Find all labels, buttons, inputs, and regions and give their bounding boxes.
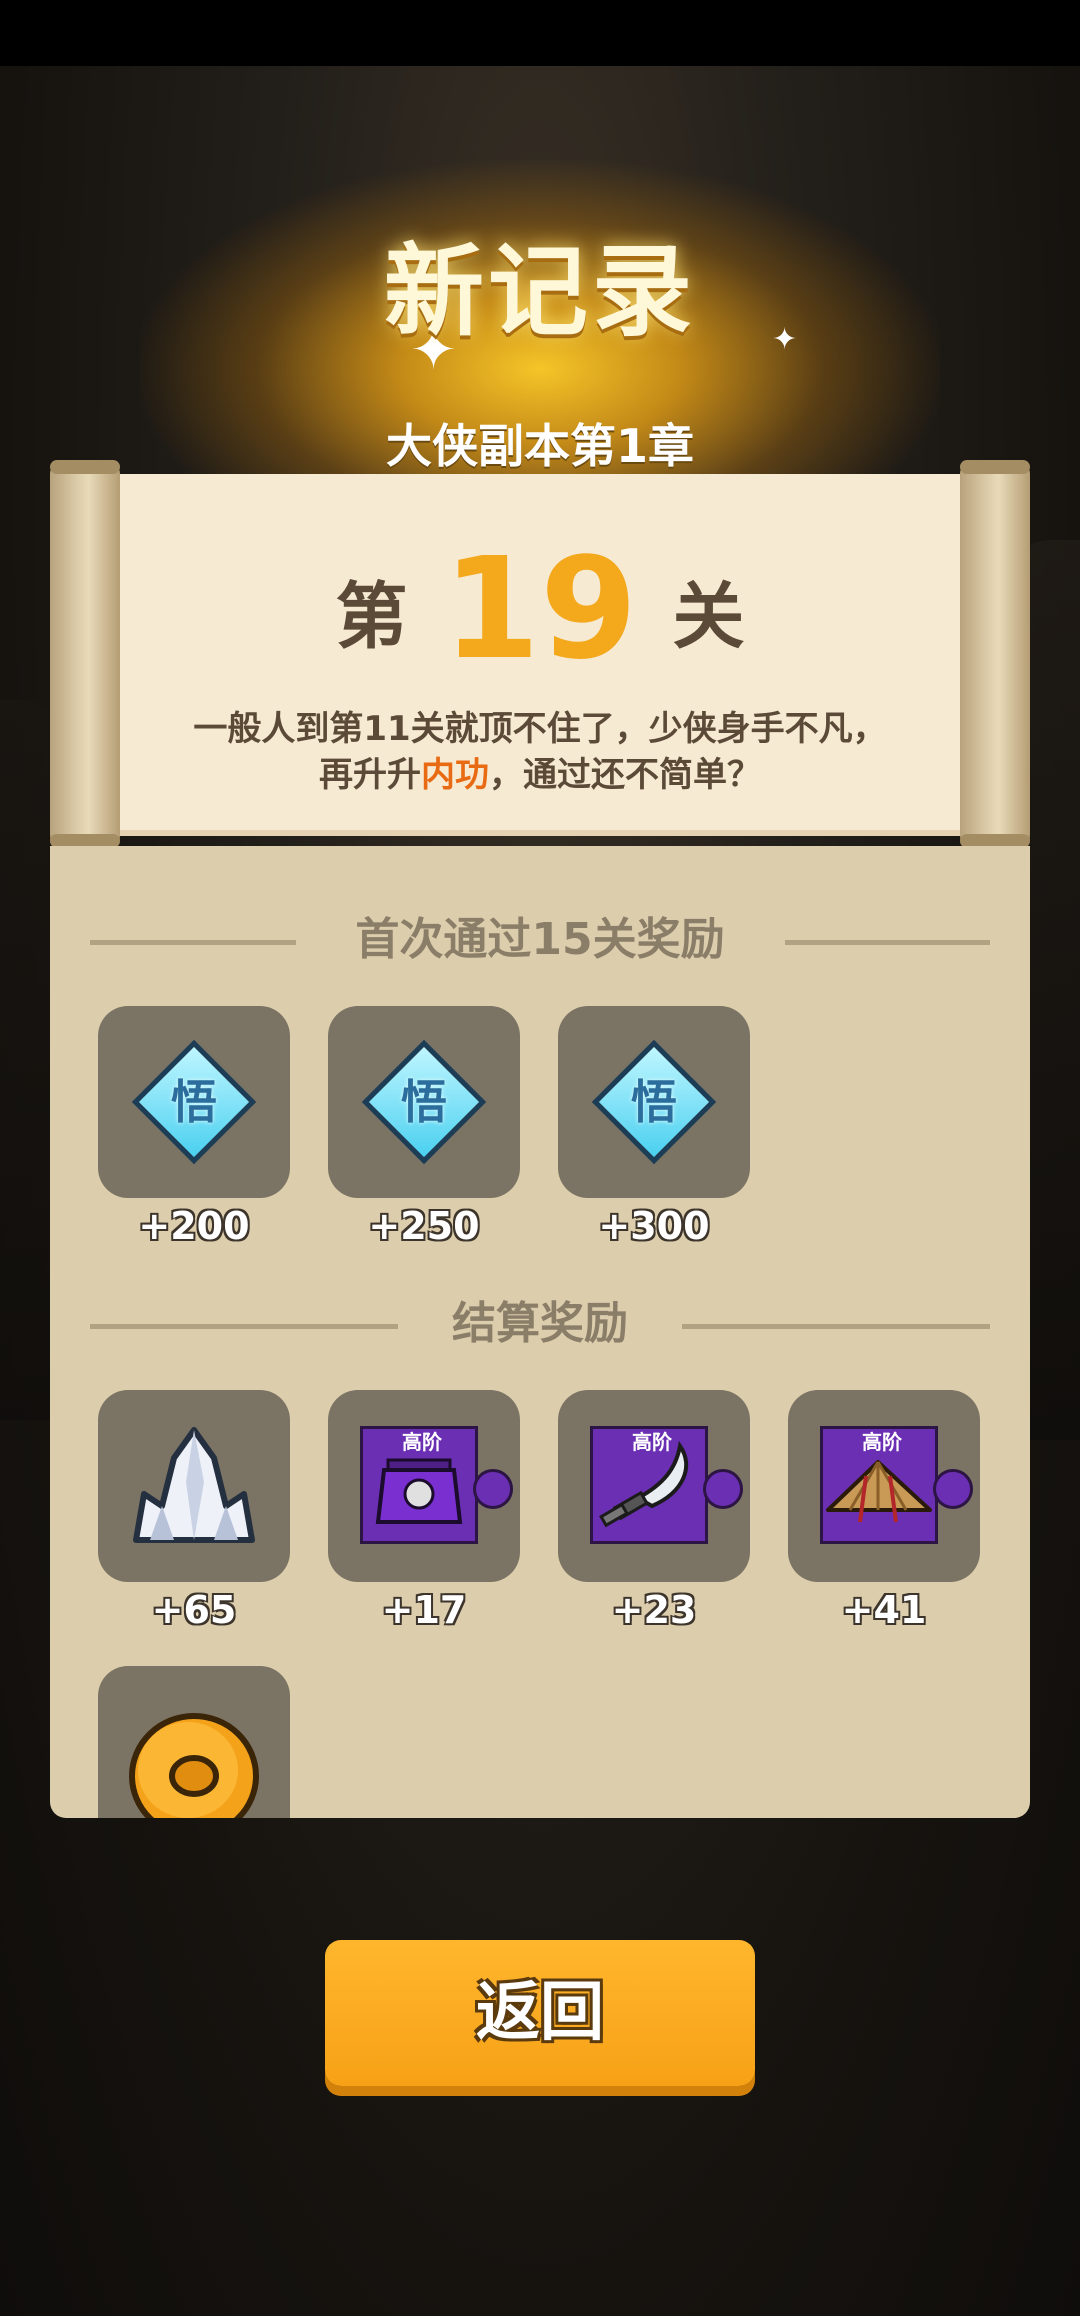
reward-tile: 悟 [558,1006,750,1198]
reward-item[interactable]: 高阶 +23 [558,1390,750,1632]
crystal-icon [133,1427,255,1543]
saber-fragment-icon: 高阶 [590,1426,743,1544]
reward-item[interactable]: 高阶 +41 [788,1390,980,1632]
level-suffix: 关 [672,574,745,659]
reward-tile [98,1390,290,1582]
scroll-roller-right [960,460,1030,848]
reward-tile: 高阶 [788,1390,980,1582]
chapter-title: 大侠副本第1章 [385,419,694,473]
coin-icon [129,1713,259,1818]
back-button[interactable]: 返回 [325,1940,755,2086]
wisdom-diamond-icon: 悟 [131,1039,257,1165]
reward-amount: +23 [611,1588,697,1632]
back-button-label: 返回 [476,1976,604,2050]
reward-amount: +250 [368,1204,480,1248]
wisdom-diamond-icon: 悟 [361,1039,487,1165]
desc-line-2: 再升升内功，通过还不简单？ [140,752,940,798]
reward-item[interactable]: 悟 +200 [98,1006,290,1248]
new-record-title: 新记录 [384,233,696,350]
reward-item[interactable]: 悟 +250 [328,1006,520,1248]
desc-line-1: 一般人到第11关就顶不住了，少侠身手不凡， [193,709,887,749]
reward-amount: +17 [381,1588,467,1632]
reward-tile [98,1666,290,1818]
rewards-panel[interactable]: 首次通过15关奖励 悟 +200 悟 +250 悟 +300 结算奖励 +65 … [50,846,1030,1818]
hat-fragment-icon: 高阶 [820,1426,973,1544]
reward-amount: +300 [598,1204,710,1248]
level-description: 一般人到第11关就顶不住了，少侠身手不凡， 再升升内功，通过还不简单？ [140,706,940,798]
status-bar [0,0,1080,66]
level-prefix: 第 [335,574,408,659]
reward-tile: 悟 [98,1006,290,1198]
desc-highlight: 内功 [421,755,489,795]
first-clear-header: 首次通过15关奖励 [50,910,1030,970]
reward-item[interactable] [98,1666,290,1818]
level-display: 第 19 关 [110,540,970,680]
reward-amount: +200 [138,1204,250,1248]
reward-item[interactable]: +65 [98,1390,290,1632]
level-number: 19 [442,528,638,691]
reward-item[interactable]: 悟 +300 [558,1006,750,1248]
reward-tile: 高阶 [328,1390,520,1582]
wisdom-diamond-icon: 悟 [591,1039,717,1165]
desc-text: ，通过还不简单？ [489,755,761,795]
settlement-title: 结算奖励 [452,1298,628,1349]
first-clear-title: 首次通过15关奖励 [355,914,725,965]
reward-amount: +65 [151,1588,237,1632]
armor-fragment-icon: 高阶 [360,1426,513,1544]
reward-tile: 高阶 [558,1390,750,1582]
desc-text: 再升升 [319,755,421,795]
reward-tile: 悟 [328,1006,520,1198]
settlement-header: 结算奖励 [50,1294,1030,1354]
reward-item[interactable]: 高阶 +17 [328,1390,520,1632]
reward-amount: +41 [841,1588,927,1632]
